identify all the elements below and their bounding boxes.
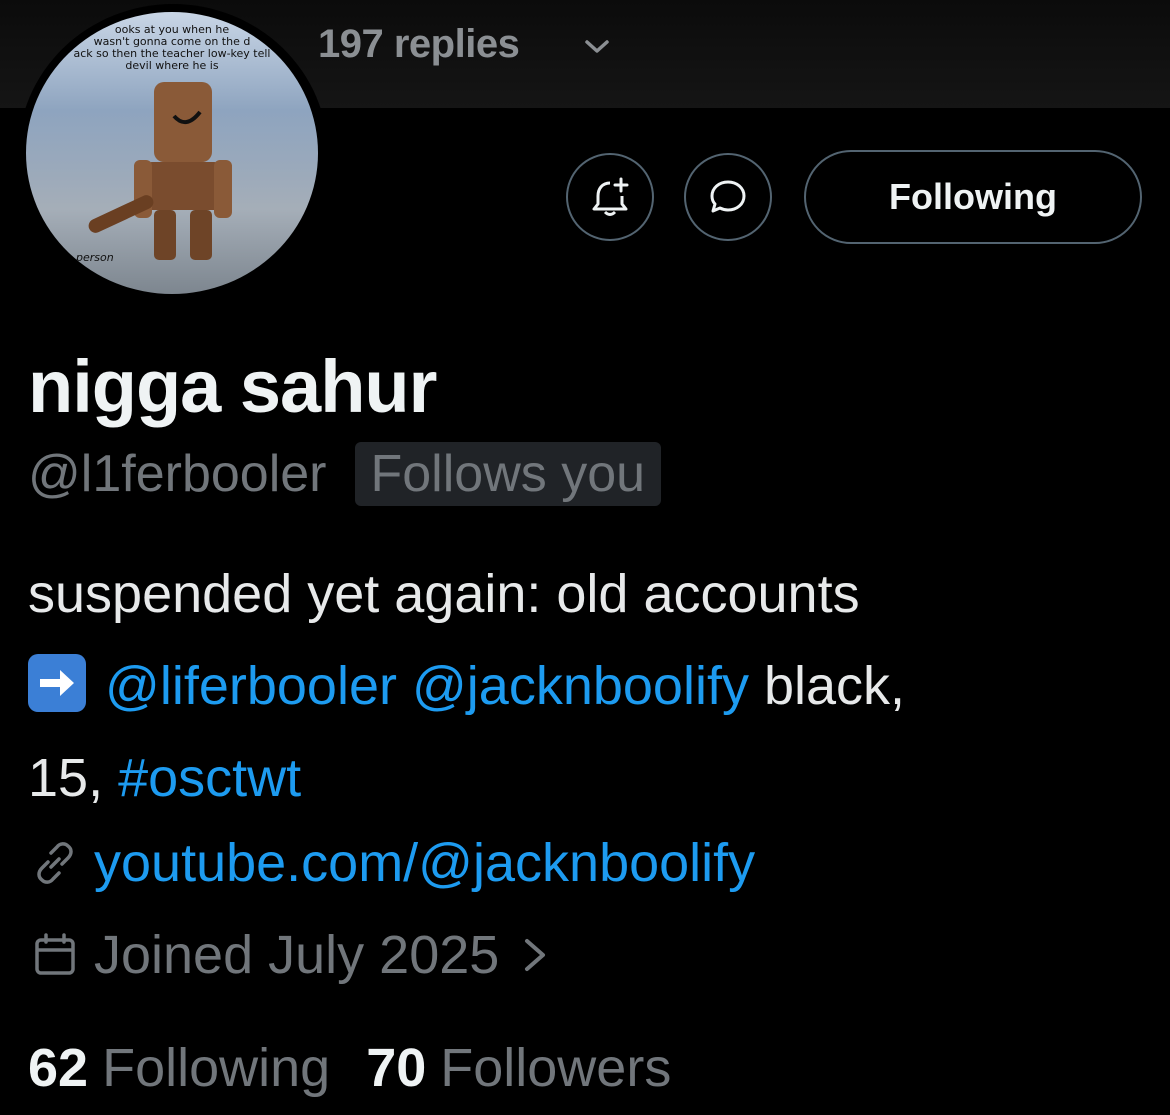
right-arrow-emoji-icon bbox=[28, 654, 86, 712]
chevron-down-icon bbox=[585, 40, 609, 53]
handle: @l1ferbooler bbox=[28, 445, 327, 503]
replies-count-text[interactable]: 197 replies bbox=[318, 22, 520, 67]
bell-plus-icon bbox=[592, 177, 629, 216]
bio-text-after-mentions: black, bbox=[748, 656, 906, 716]
display-name: nigga sahur bbox=[28, 345, 437, 428]
profile-link[interactable]: youtube.com/@jacknboolify bbox=[94, 832, 755, 894]
avatar-caption-bottom: person bbox=[76, 251, 114, 264]
following-count: 62 bbox=[28, 1038, 89, 1098]
link-icon bbox=[37, 842, 73, 884]
bio-text-age: 15, bbox=[28, 748, 119, 808]
bio-hashtag[interactable]: #osctwt bbox=[118, 748, 301, 808]
followers-stat[interactable]: 70 Followers bbox=[366, 1037, 671, 1099]
followers-count: 70 bbox=[366, 1038, 427, 1098]
notify-button[interactable] bbox=[566, 153, 654, 241]
following-label: Following bbox=[102, 1038, 331, 1098]
joined-date: Joined July 2025 bbox=[94, 925, 500, 985]
handle-row: @l1ferbooler Follows you bbox=[28, 436, 662, 512]
bio-mention-liferbooler[interactable]: @liferbooler bbox=[105, 656, 397, 716]
following-stat[interactable]: 62 Following bbox=[28, 1037, 330, 1099]
bio-line-2: @liferbooler @jacknboolify black, bbox=[28, 640, 1148, 732]
bio-line-3: 15, #osctwt bbox=[28, 732, 1148, 824]
chevron-right-icon bbox=[525, 939, 546, 971]
bio-line-1: suspended yet again: old accounts bbox=[28, 564, 860, 624]
followers-label: Followers bbox=[440, 1038, 672, 1098]
calendar-icon bbox=[35, 933, 75, 975]
bio: suspended yet again: old accounts @lifer… bbox=[28, 548, 1148, 824]
message-button[interactable] bbox=[684, 153, 772, 241]
profile-actions: Following bbox=[0, 150, 1170, 246]
profile-link-row: youtube.com/@jacknboolify bbox=[30, 828, 755, 898]
chat-bubble-icon bbox=[710, 180, 746, 213]
follows-you-badge: Follows you bbox=[354, 442, 662, 506]
follow-stats: 62 Following 70 Followers bbox=[28, 1032, 671, 1104]
following-button[interactable]: Following bbox=[804, 150, 1142, 244]
joined-row[interactable]: Joined July 2025 bbox=[30, 920, 553, 990]
bio-mention-jacknboolify[interactable]: @jacknboolify bbox=[412, 656, 749, 716]
